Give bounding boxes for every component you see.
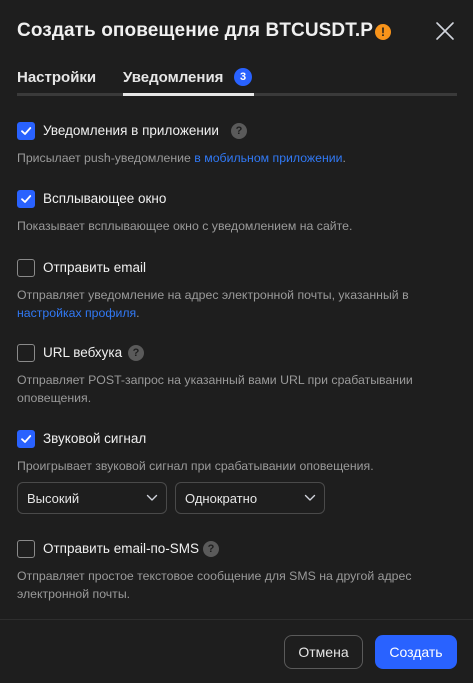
- app-notifications-label: Уведомления в приложении: [43, 123, 219, 138]
- profile-settings-link[interactable]: настройках профиля: [17, 306, 136, 320]
- email-desc-text: Отправляет уведомление на адрес электрон…: [17, 288, 409, 302]
- checkmark-icon: [21, 195, 32, 203]
- create-button[interactable]: Создать: [375, 635, 457, 669]
- checkmark-icon: [21, 127, 32, 135]
- option-app-notifications: Уведомления в приложении ? Присылает pus…: [17, 121, 457, 165]
- sound-volume-select[interactable]: Высокий: [17, 482, 167, 514]
- sound-volume-value: Высокий: [27, 491, 80, 506]
- email-label: Отправить email: [43, 260, 146, 275]
- dialog-header: Создать оповещение для BTCUSDT.P !: [17, 18, 456, 48]
- tab-bar: Настройки Уведомления 3: [17, 66, 457, 98]
- close-button[interactable]: [434, 20, 456, 42]
- email-description: Отправляет уведомление на адрес электрон…: [17, 286, 457, 322]
- sound-repeat-select[interactable]: Однократно: [175, 482, 325, 514]
- email-to-sms-description: Отправляет простое текстовое сообщение д…: [17, 569, 412, 601]
- app-notifications-help-icon[interactable]: ?: [231, 123, 247, 139]
- notifications-count-badge: 3: [234, 68, 252, 86]
- sound-label: Звуковой сигнал: [43, 431, 147, 446]
- sound-checkbox[interactable]: [17, 430, 35, 448]
- popup-description: Показывает всплывающее окно с уведомлени…: [17, 219, 353, 233]
- email-to-sms-help-icon[interactable]: ?: [203, 541, 219, 557]
- option-sound: Звуковой сигнал Проигрывает звуковой сиг…: [17, 429, 457, 473]
- warning-icon[interactable]: !: [375, 24, 391, 40]
- email-to-sms-checkbox[interactable]: [17, 540, 35, 558]
- sound-description: Проигрывает звуковой сигнал при срабатыв…: [17, 459, 374, 473]
- app-notifications-desc-suffix: .: [342, 151, 346, 165]
- app-notifications-description: Присылает push-уведомление в мобильном п…: [17, 149, 457, 167]
- app-notifications-desc-text: Присылает push-уведомление: [17, 151, 195, 165]
- tab-settings[interactable]: Настройки: [17, 69, 96, 86]
- tab-notifications[interactable]: Уведомления: [123, 69, 223, 86]
- close-icon: [436, 22, 454, 40]
- footer-divider: [0, 619, 473, 620]
- chevron-down-icon: [146, 494, 158, 501]
- option-email-to-sms: Отправить email-по-SMS ? Отправляет прос…: [17, 539, 457, 601]
- tab-active-indicator: [123, 93, 254, 96]
- chevron-down-icon: [304, 494, 316, 501]
- dialog-title: Создать оповещение для BTCUSDT.P: [17, 20, 374, 41]
- webhook-label: URL вебхука: [43, 345, 123, 360]
- sound-repeat-value: Однократно: [185, 491, 258, 506]
- option-email: Отправить email Отправляет уведомление н…: [17, 258, 457, 320]
- app-notifications-checkbox[interactable]: [17, 122, 35, 140]
- cancel-button[interactable]: Отмена: [284, 635, 363, 669]
- checkmark-icon: [21, 435, 32, 443]
- webhook-description: Отправляет POST-запрос на указанный вами…: [17, 373, 413, 405]
- email-to-sms-label: Отправить email-по-SMS: [43, 541, 200, 556]
- popup-checkbox[interactable]: [17, 190, 35, 208]
- create-alert-dialog: Создать оповещение для BTCUSDT.P ! Настр…: [0, 0, 473, 683]
- popup-label: Всплывающее окно: [43, 191, 167, 206]
- email-checkbox[interactable]: [17, 259, 35, 277]
- option-webhook: URL вебхука ? Отправляет POST-запрос на …: [17, 343, 457, 405]
- webhook-help-icon[interactable]: ?: [128, 345, 144, 361]
- email-desc-suffix: .: [136, 306, 140, 320]
- option-popup: Всплывающее окно Показывает всплывающее …: [17, 189, 457, 233]
- webhook-checkbox[interactable]: [17, 344, 35, 362]
- mobile-app-link[interactable]: в мобильном приложении: [194, 151, 342, 165]
